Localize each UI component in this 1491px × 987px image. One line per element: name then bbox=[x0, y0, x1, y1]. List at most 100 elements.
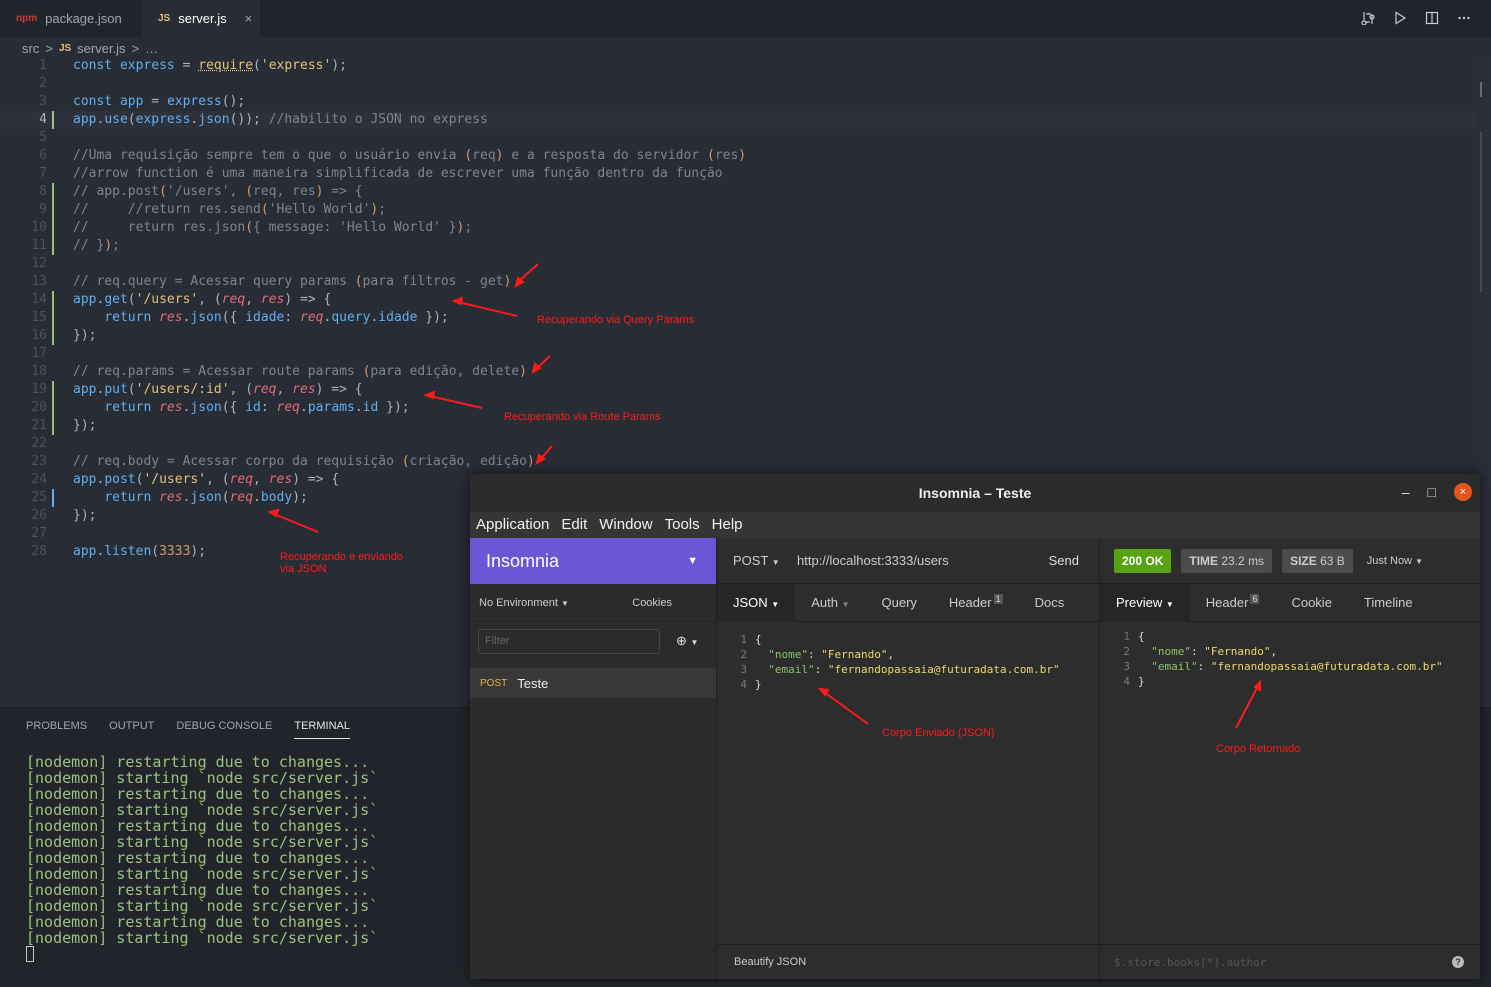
code-line[interactable]: 19 app.put('/users/:id', (req, res) => { bbox=[0, 381, 1478, 399]
menu-help[interactable]: Help bbox=[712, 512, 743, 538]
code-line[interactable]: 14 app.get('/users', (req, res) => { bbox=[0, 291, 1478, 309]
tab-debug-console[interactable]: DEBUG CONSOLE bbox=[176, 720, 272, 739]
workspace-selector[interactable]: Insomnia ▼ bbox=[470, 538, 716, 584]
help-icon[interactable]: ? bbox=[1452, 956, 1464, 968]
code-line[interactable]: 13 // req.query = Acessar query params (p… bbox=[0, 273, 1478, 291]
breadcrumb-more[interactable]: … bbox=[145, 41, 158, 56]
code-line[interactable]: 23 // req.body = Acessar corpo da requisi… bbox=[0, 453, 1478, 471]
more-actions-icon[interactable] bbox=[1455, 8, 1473, 28]
close-icon[interactable]: × bbox=[1454, 483, 1472, 501]
terminal-line: [nodemon] starting `node src/server.js` bbox=[26, 865, 379, 883]
menu-edit[interactable]: Edit bbox=[561, 512, 587, 538]
url-input[interactable]: http://localhost:3333/users bbox=[797, 553, 1049, 568]
annotation-returned: Corpo Retornado bbox=[1216, 743, 1301, 755]
breadcrumb-folder[interactable]: src bbox=[22, 41, 39, 56]
response-tabs: Preview ▼ Header 6 Cookie Timeline bbox=[1100, 583, 1480, 622]
request-body-editor[interactable]: 1{2 "nome": "Fernando", 3 "email": "ferna… bbox=[727, 632, 1059, 692]
code-line[interactable]: 10 // return res.json({ message: 'Hello W… bbox=[0, 219, 1478, 237]
code-line[interactable]: 11 // }); bbox=[0, 237, 1478, 255]
code-line[interactable]: 20 return res.json({ id: req.params.id }… bbox=[0, 399, 1478, 417]
tab-terminal[interactable]: TERMINAL bbox=[294, 720, 350, 739]
tab-timeline[interactable]: Timeline bbox=[1348, 584, 1429, 622]
filter-input[interactable]: Filter bbox=[478, 628, 660, 654]
json-line: 2 "nome": "Fernando", bbox=[1123, 645, 1278, 658]
tab-response-header[interactable]: Header 6 bbox=[1190, 584, 1276, 622]
menu-tools[interactable]: Tools bbox=[665, 512, 700, 538]
response-pane: 200 OK TIME 23.2 ms SIZE 63 B Just Now ▼… bbox=[1100, 538, 1480, 979]
line-number: 12 bbox=[31, 256, 47, 271]
response-filter-input[interactable]: $.store.books[*].author bbox=[1100, 944, 1480, 979]
menu-window[interactable]: Window bbox=[599, 512, 652, 538]
tab-auth[interactable]: Auth ▼ bbox=[795, 584, 865, 622]
time-badge: TIME 23.2 ms bbox=[1181, 548, 1273, 573]
code-line[interactable]: 4 app.use(express.json()); //habilito o J… bbox=[0, 111, 1478, 129]
split-editor-icon[interactable] bbox=[1423, 8, 1441, 28]
code-line[interactable]: 6 //Uma requisição sempre tem o que o usu… bbox=[0, 147, 1478, 165]
insomnia-window: Insomnia – Teste – □ × Application Edit … bbox=[470, 474, 1480, 979]
chevron-right-icon: > bbox=[45, 40, 53, 56]
code-text: app.listen(3333); bbox=[73, 544, 207, 559]
url-bar: POST ▼ http://localhost:3333/users Send bbox=[717, 538, 1099, 584]
method-selector[interactable]: POST ▼ bbox=[717, 553, 797, 568]
line-number: 28 bbox=[31, 544, 47, 559]
add-menu-icon[interactable]: ⊕ ▼ bbox=[676, 633, 698, 649]
tab-problems[interactable]: PROBLEMS bbox=[26, 720, 87, 739]
minimize-icon[interactable]: – bbox=[1402, 484, 1410, 500]
breadcrumb-file[interactable]: server.js bbox=[77, 41, 125, 56]
json-line: 2 "nome": "Fernando", bbox=[740, 648, 895, 661]
environment-selector[interactable]: No Environment ▼ bbox=[479, 597, 569, 609]
tab-docs[interactable]: Docs bbox=[1019, 584, 1081, 622]
send-button[interactable]: Send bbox=[1049, 553, 1099, 568]
code-line[interactable]: 22 bbox=[0, 435, 1478, 453]
code-line[interactable]: 12 bbox=[0, 255, 1478, 273]
history-dropdown[interactable]: Just Now ▼ bbox=[1367, 555, 1423, 567]
beautify-json-button[interactable]: Beautify JSON bbox=[717, 944, 1100, 979]
terminal-line: [nodemon] starting `node src/server.js` bbox=[26, 929, 379, 947]
code-text: const express = require('express'); bbox=[73, 58, 347, 73]
compare-changes-icon[interactable] bbox=[1359, 8, 1377, 28]
line-number: 13 bbox=[31, 274, 47, 289]
code-line[interactable]: 3 const app = express(); bbox=[0, 93, 1478, 111]
line-number: 4 bbox=[39, 112, 47, 127]
editor-tab-bar: npm package.json JS server.js × bbox=[0, 0, 1491, 37]
environment-row: No Environment ▼ Cookies bbox=[470, 584, 716, 622]
code-line[interactable]: 18 // req.params = Acessar route params (… bbox=[0, 363, 1478, 381]
menu-application[interactable]: Application bbox=[476, 512, 549, 538]
tab-package-json[interactable]: npm package.json bbox=[0, 0, 142, 37]
code-line[interactable]: 17 bbox=[0, 345, 1478, 363]
request-method: POST bbox=[480, 677, 508, 689]
line-number: 9 bbox=[39, 202, 47, 217]
cookies-button[interactable]: Cookies bbox=[632, 597, 672, 609]
tab-json[interactable]: JSON ▼ bbox=[717, 583, 796, 622]
code-line[interactable]: 5 bbox=[0, 129, 1478, 147]
terminal-output[interactable]: [nodemon] restarting due to changes... [n… bbox=[26, 754, 378, 965]
tab-cookie[interactable]: Cookie bbox=[1275, 584, 1347, 622]
code-line[interactable]: 16}); bbox=[0, 327, 1478, 345]
close-icon[interactable]: × bbox=[245, 11, 253, 26]
header-count-badge: 1 bbox=[993, 593, 1003, 604]
code-text: // req.query = Acessar query params (par… bbox=[73, 274, 512, 289]
code-text: // }); bbox=[73, 238, 120, 253]
tab-query[interactable]: Query bbox=[866, 584, 933, 622]
code-line[interactable]: 7 //arrow function é uma maneira simplifi… bbox=[0, 165, 1478, 183]
git-change-marker bbox=[52, 417, 54, 435]
tab-header[interactable]: Header 1 bbox=[933, 584, 1019, 622]
tab-server-js[interactable]: JS server.js × bbox=[142, 0, 260, 37]
code-line[interactable]: 8 // app.post('/users', (req, res) => { bbox=[0, 183, 1478, 201]
chevron-down-icon: ▼ bbox=[1165, 599, 1174, 609]
git-change-marker bbox=[52, 489, 54, 507]
code-line[interactable]: 15 return res.json({ idade: req.query.id… bbox=[0, 309, 1478, 327]
git-change-marker bbox=[52, 237, 54, 255]
request-item[interactable]: POST Teste bbox=[470, 668, 716, 698]
maximize-icon[interactable]: □ bbox=[1428, 484, 1436, 500]
code-line[interactable]: 21}); bbox=[0, 417, 1478, 435]
tab-output[interactable]: OUTPUT bbox=[109, 720, 154, 739]
code-line[interactable]: 9 // //return res.send('Hello World'); bbox=[0, 201, 1478, 219]
run-icon[interactable] bbox=[1391, 8, 1409, 28]
code-line[interactable]: 2 bbox=[0, 75, 1478, 93]
line-number: 2 bbox=[39, 76, 47, 91]
terminal-line: [nodemon] starting `node src/server.js` bbox=[26, 769, 379, 787]
code-line[interactable]: 1 const express = require('express'); bbox=[0, 57, 1478, 75]
line-number: 27 bbox=[31, 526, 47, 541]
tab-preview[interactable]: Preview ▼ bbox=[1100, 583, 1190, 622]
